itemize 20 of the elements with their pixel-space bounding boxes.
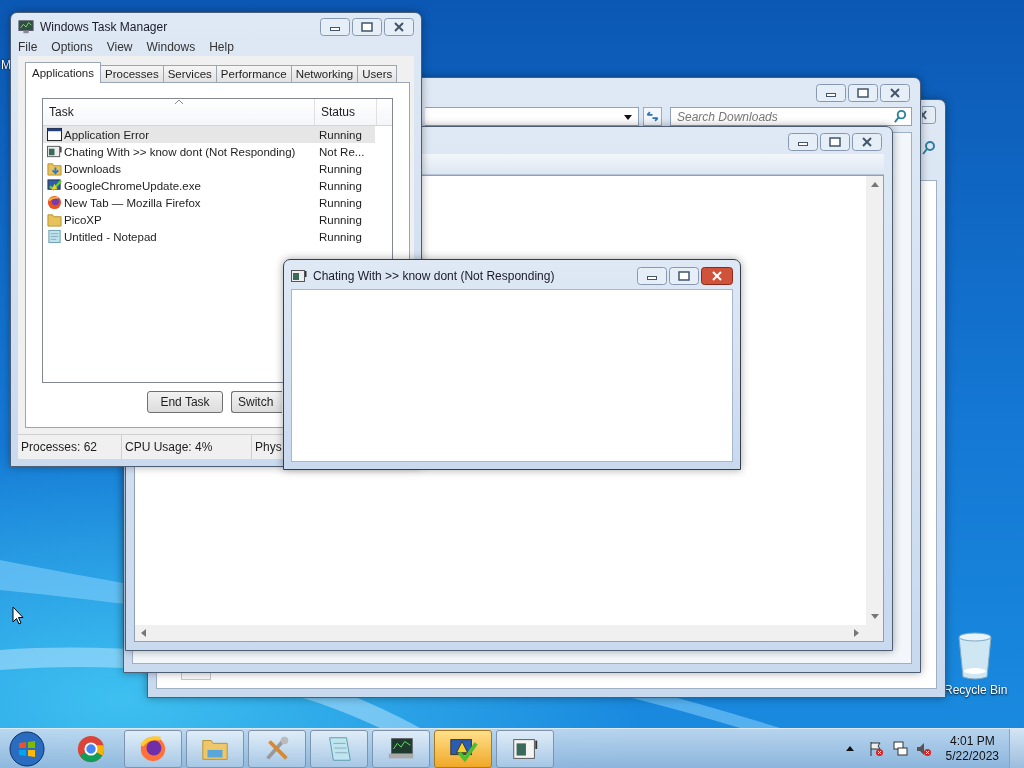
task-status: Running [318, 213, 362, 226]
task-status: Running [318, 128, 362, 141]
task-status: Running [318, 196, 362, 209]
task-name: New Tab — Mozilla Firefox [64, 196, 202, 209]
status-text: Phys [254, 439, 282, 456]
task-status: Running [318, 162, 362, 175]
task-status: Running [318, 230, 362, 243]
desktop-icon-label: M [1, 58, 11, 72]
task-name: Chating With >> know dont (Not Responding) [64, 145, 297, 158]
status-text: Processes: 62 [18, 435, 122, 459]
task-name: GoogleChromeUpdate.exe [64, 179, 202, 192]
window-title: Windows Task Manager [40, 19, 168, 34]
task-name: Application Error [64, 128, 150, 141]
task-name: Untitled - Notepad [64, 230, 158, 243]
window-title: Chating With >> know dont (Not Responding) [313, 268, 555, 283]
task-status: Running [318, 179, 362, 192]
task-name: Downloads [64, 162, 122, 175]
task-name: PicoXP [64, 213, 103, 226]
task-status: Not Re... [318, 145, 365, 158]
status-text: CPU Usage: 4% [122, 435, 252, 459]
